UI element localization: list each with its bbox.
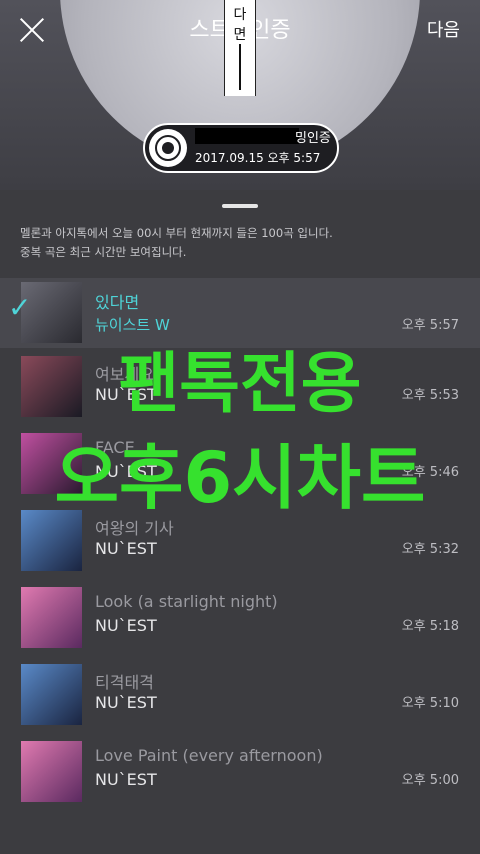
- track-artist: NU`EST: [95, 770, 157, 789]
- track-artist: NU`EST: [95, 693, 157, 712]
- notice-line: 중복 곡은 최근 시간만 보여집니다.: [20, 245, 187, 259]
- track-time: 오후 5:32: [401, 542, 459, 557]
- track-artist: NU`EST: [95, 539, 157, 558]
- album-thumbnail: [21, 664, 82, 725]
- disc-icon: [149, 129, 187, 167]
- sheet-drag-handle[interactable]: [222, 204, 258, 208]
- list-item[interactable]: 티격태격 NU`EST 오후 5:10: [0, 656, 480, 733]
- strip-divider: [239, 44, 241, 90]
- track-title: 있다면: [95, 293, 140, 312]
- track-time: 오후 5:10: [401, 696, 459, 711]
- track-time: 오후 5:00: [401, 773, 459, 788]
- list-item[interactable]: Look (a starlight night) NU`EST 오후 5:18: [0, 579, 480, 656]
- list-item[interactable]: Love Paint (every afternoon) NU`EST 오후 5…: [0, 733, 480, 810]
- album-thumbnail: [21, 587, 82, 648]
- censor-block: [195, 128, 299, 144]
- strip-char: 다: [233, 7, 247, 23]
- vertical-label-strip: 다 면: [224, 0, 256, 96]
- album-thumbnail: [21, 741, 82, 802]
- next-button[interactable]: 다음: [427, 16, 460, 42]
- track-artist: NU`EST: [95, 616, 157, 635]
- check-icon: ✓: [8, 291, 32, 324]
- track-title: Love Paint (every afternoon): [95, 746, 323, 765]
- watermark-text: 팬톡전용: [118, 345, 362, 422]
- track-title: Look (a starlight night): [95, 592, 278, 611]
- track-title: 티격태격: [95, 673, 154, 692]
- watermark-text: 오후6시차트: [54, 437, 426, 519]
- badge-title: 밍인증: [295, 131, 331, 146]
- track-time: 오후 5:18: [401, 619, 459, 634]
- header-artwork-area: 스트밍인증 다 면 다음 밍인증 2017.09.15 오후 5:57: [0, 0, 480, 190]
- badge-timestamp: 2017.09.15 오후 5:57: [195, 151, 321, 165]
- notice-text: 멜론과 아지톡에서 오늘 00시 부터 현재까지 들은 100곡 입니다. 중복…: [20, 224, 333, 262]
- strip-char: 면: [233, 27, 247, 43]
- streaming-badge[interactable]: 밍인증 2017.09.15 오후 5:57: [143, 123, 339, 173]
- notice-line: 멜론과 아지톡에서 오늘 00시 부터 현재까지 들은 100곡 입니다.: [20, 226, 333, 240]
